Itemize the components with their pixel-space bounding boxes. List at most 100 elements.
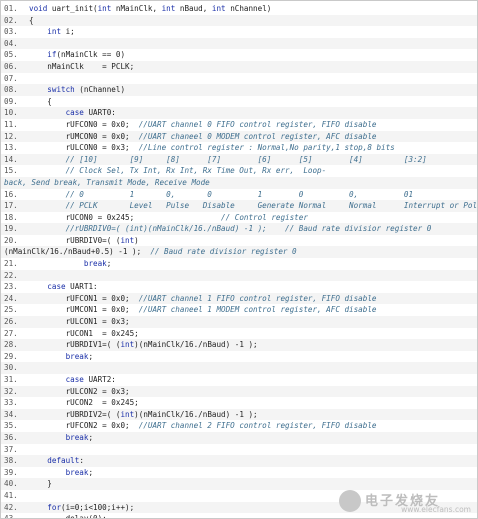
code-line: 19. //rUBRDIV0=( (int)(nMainClk/16./nBau… [1, 223, 477, 235]
line-number: 37. [4, 444, 18, 454]
code-token: rUFCON1 = 0x0; [65, 293, 139, 303]
line-number: 23. [4, 282, 18, 292]
code-comment: //UART chaneel 0 MODEM control register,… [138, 131, 377, 141]
line-number: 24. [4, 293, 18, 303]
code-line: 16. // 0 1 0, 0 1 0 0, 01 [1, 189, 477, 201]
code-line: (nMainClk/16./nBaud+0.5) -1 ); // Baud r… [1, 246, 477, 259]
code-token: (nMainClk/16./nBaud+0.5) -1 ); [4, 247, 151, 257]
code-token: rUCON0 = 0x245; [65, 212, 222, 222]
line-number: 41. [4, 490, 18, 500]
code-token: rUCON1 = 0x245; [65, 328, 139, 338]
code-token: (i=0;i<100;i++); [61, 502, 135, 512]
line-number: 20. [4, 235, 18, 245]
line-number: 05. [4, 50, 18, 60]
line-number: 26. [4, 317, 18, 327]
code-comment: // Baud rate divisior register 0 [150, 247, 297, 257]
code-line: 18. rUCON0 = 0x245; // Control register [1, 212, 477, 224]
code-line: 36. break; [1, 431, 477, 444]
code-text: break; [29, 467, 477, 479]
line-number: 35. [4, 421, 18, 431]
code-token: UART1: [65, 282, 98, 292]
code-text: back, Send break, Transmit Mode, Receive… [4, 177, 477, 189]
code-token: uart_init( [47, 4, 98, 13]
code-line: 02. { [1, 14, 477, 27]
code-token: (nMainClk == 0) [56, 50, 126, 60]
code-text: default: [29, 455, 477, 467]
code-token: )(nMainClk/16./nBaud) -1 ); [134, 409, 258, 419]
code-token: rULCON0 = 0x3; [65, 143, 139, 153]
line-number: 17. [4, 201, 18, 211]
line-number: 34. [4, 409, 18, 419]
code-token: UART0: [83, 108, 116, 118]
code-line: 30. [1, 362, 477, 374]
code-text: rUFCON0 = 0x0; //UART channel 0 FIFO con… [29, 119, 477, 131]
code-comment: //UART channel 0 FIFO control register, … [138, 119, 377, 129]
code-line: 06. nMainClk = PCLK; [1, 60, 477, 73]
code-token: ; [88, 351, 94, 361]
line-number: 10. [4, 108, 18, 118]
code-keyword: for [47, 502, 62, 512]
code-token: ; [106, 259, 112, 269]
code-lines: 01. void uart_init(int nMainClk, int nBau… [1, 3, 477, 519]
code-text: int i; [29, 26, 477, 38]
line-number: 03. [4, 27, 18, 37]
code-line: 14. // [10] [9] [8] [7] [6] [5] [4] [3:2… [1, 153, 477, 166]
code-line: 12. rUMCON0 = 0x0; //UART chaneel 0 MODE… [1, 130, 477, 143]
code-text: case UART1: [29, 281, 477, 293]
code-text: rULCON1 = 0x3; [29, 316, 477, 328]
code-line: 39. break; [1, 467, 477, 479]
code-text: rUFCON1 = 0x0; //UART channel 1 FIFO con… [29, 293, 477, 305]
code-line: 31. case UART2: [1, 374, 477, 386]
line-number: 08. [4, 85, 18, 95]
code-line: 08. switch (nChannel) [1, 84, 477, 96]
code-token: rUCON2 = 0x245; [65, 398, 139, 408]
code-listing-panel: 01. void uart_init(int nMainClk, int nBau… [0, 0, 478, 519]
code-text: rUCON1 = 0x245; [29, 328, 477, 340]
code-line: 28. rUBRDIV1=( (int)(nMainClk/16./nBaud)… [1, 339, 477, 351]
code-line: 15. // Clock Sel, Tx Int, Rx Int, Rx Tim… [1, 165, 477, 177]
line-number: 11. [4, 119, 18, 129]
code-text: rULCON0 = 0x3; //Line control register :… [29, 142, 477, 154]
code-text: rULCON2 = 0x3; [29, 386, 477, 398]
code-line: 13. rULCON0 = 0x3; //Line control regist… [1, 142, 477, 154]
code-keyword: break [65, 467, 89, 477]
code-text: for(i=0;i<100;i++); [29, 502, 477, 514]
line-number: 32. [4, 386, 18, 396]
code-keyword: break [65, 351, 89, 361]
code-token: : [79, 456, 84, 466]
code-line: 01. void uart_init(int nMainClk, int nBau… [1, 3, 477, 15]
code-text: rUMCON0 = 0x0; //UART chaneel 0 MODEM co… [29, 131, 477, 143]
line-number: 25. [4, 305, 18, 315]
code-keyword: case [65, 108, 84, 118]
line-number: 28. [4, 340, 18, 350]
code-line: 17. // PCLK Level Pulse Disable Generate… [1, 200, 477, 212]
code-keyword: case [65, 375, 84, 384]
code-line: back, Send break, Transmit Mode, Receive… [1, 176, 477, 189]
line-number: 22. [4, 270, 18, 280]
code-token: ; [88, 432, 94, 442]
code-text: // 0 1 0, 0 1 0 0, 01 [29, 189, 477, 201]
code-keyword: int [120, 409, 135, 419]
code-keyword: int [161, 4, 176, 13]
line-number: 43. [4, 514, 18, 519]
code-token: rUBRDIV2=( ( [65, 409, 121, 419]
line-number: 15. [4, 166, 18, 176]
line-number: 31. [4, 375, 18, 384]
